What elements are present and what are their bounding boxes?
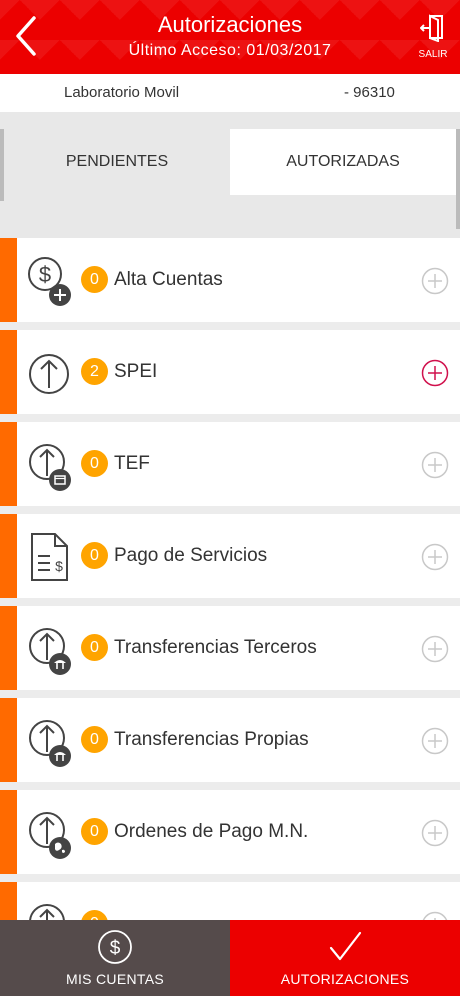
count-badge: 0 <box>81 818 108 845</box>
invoice-icon: $ <box>31 533 68 581</box>
add-circle-icon[interactable] <box>421 451 449 479</box>
tab-bar: PENDIENTES AUTORIZADAS <box>0 112 460 238</box>
list-item-partial[interactable]: 0 <box>0 882 460 920</box>
list-item-pago-de-servicios[interactable]: $ 0 Pago de Servicios <box>0 514 460 598</box>
list-item-spei[interactable]: 2 SPEI <box>0 330 460 414</box>
item-label: Transferencias Terceros <box>114 637 317 658</box>
row-accent <box>0 606 17 690</box>
arrow-up-bank-icon <box>29 628 71 675</box>
row-accent <box>0 422 17 506</box>
last-access-text: Último Acceso: 01/03/2017 <box>128 42 332 59</box>
tab-edge-right <box>456 129 460 229</box>
dollar-add-icon: $ <box>28 257 71 306</box>
item-label: Pago de Servicios <box>114 545 268 566</box>
account-bar: Laboratorio Movil - 96310 <box>0 74 460 112</box>
page-title: Autorizaciones <box>157 12 303 37</box>
arrow-up-bank-icon <box>29 720 71 767</box>
row-accent <box>0 790 17 874</box>
add-circle-icon[interactable] <box>421 635 449 663</box>
list-item-transferencias-propias[interactable]: 0 Transferencias Propias <box>0 698 460 782</box>
add-circle-icon[interactable] <box>421 267 449 295</box>
item-label: SPEI <box>114 361 158 382</box>
count-badge: 0 <box>81 726 108 753</box>
list-item-alta-cuentas[interactable]: $ 0 Alta Cuentas <box>0 238 460 322</box>
row-accent <box>0 882 17 920</box>
arrow-up-calendar-icon <box>29 444 71 491</box>
add-circle-icon[interactable] <box>421 543 449 571</box>
count-badge: 0 <box>81 910 108 920</box>
logout-label: SALIR <box>418 49 448 60</box>
tab-pendientes[interactable]: PENDIENTES <box>4 129 230 195</box>
add-circle-icon[interactable] <box>421 359 449 387</box>
tab-autorizadas[interactable]: AUTORIZADAS <box>230 129 456 195</box>
logout-button[interactable]: SALIR <box>414 14 452 60</box>
svg-text:$: $ <box>55 558 63 574</box>
row-accent <box>0 238 17 322</box>
list-item-ordenes-de-pago[interactable]: 0 Ordenes de Pago M.N. <box>0 790 460 874</box>
item-label: Alta Cuentas <box>114 269 223 290</box>
item-label: TEF <box>114 453 150 474</box>
account-number: - 96310 <box>344 84 395 101</box>
list-item-tef[interactable]: 0 TEF <box>0 422 460 506</box>
nav-mis-cuentas[interactable]: $ MIS CUENTAS <box>0 920 230 996</box>
item-label: Ordenes de Pago M.N. <box>114 821 309 842</box>
count-badge: 0 <box>81 266 108 293</box>
row-accent <box>0 698 17 782</box>
item-label: Transferencias Propias <box>114 729 309 750</box>
app-header: Autorizaciones Último Acceso: 01/03/2017… <box>0 0 460 74</box>
arrow-up-icon <box>29 354 69 394</box>
nav-autorizaciones-label: AUTORIZACIONES <box>280 971 410 987</box>
row-accent <box>0 514 17 598</box>
add-circle-icon[interactable] <box>421 819 449 847</box>
dollar-circle-icon: $ <box>98 930 132 964</box>
nav-mis-cuentas-label: MIS CUENTAS <box>66 971 164 987</box>
row-accent <box>0 330 17 414</box>
count-badge: 0 <box>81 542 108 569</box>
svg-text:$: $ <box>110 938 121 959</box>
exit-door-icon <box>419 14 443 43</box>
bottom-nav: $ MIS CUENTAS AUTORIZACIONES <box>0 920 460 996</box>
svg-text:$: $ <box>39 262 51 287</box>
list-item-transferencias-terceros[interactable]: 0 Transferencias Terceros <box>0 606 460 690</box>
add-circle-icon[interactable] <box>421 911 449 920</box>
count-badge: 0 <box>81 450 108 477</box>
arrow-up-globe-icon <box>29 812 71 859</box>
arrow-up-icon <box>29 904 65 920</box>
count-badge: 0 <box>81 634 108 661</box>
authorization-list: $ 0 Alta Cuentas 2 SPEI 0 TEF $ 0 Pago d… <box>0 238 460 920</box>
account-name: Laboratorio Movil <box>64 84 180 101</box>
count-badge: 2 <box>81 358 108 385</box>
add-circle-icon[interactable] <box>421 727 449 755</box>
checkmark-icon <box>329 931 362 961</box>
nav-autorizaciones[interactable]: AUTORIZACIONES <box>230 920 460 996</box>
